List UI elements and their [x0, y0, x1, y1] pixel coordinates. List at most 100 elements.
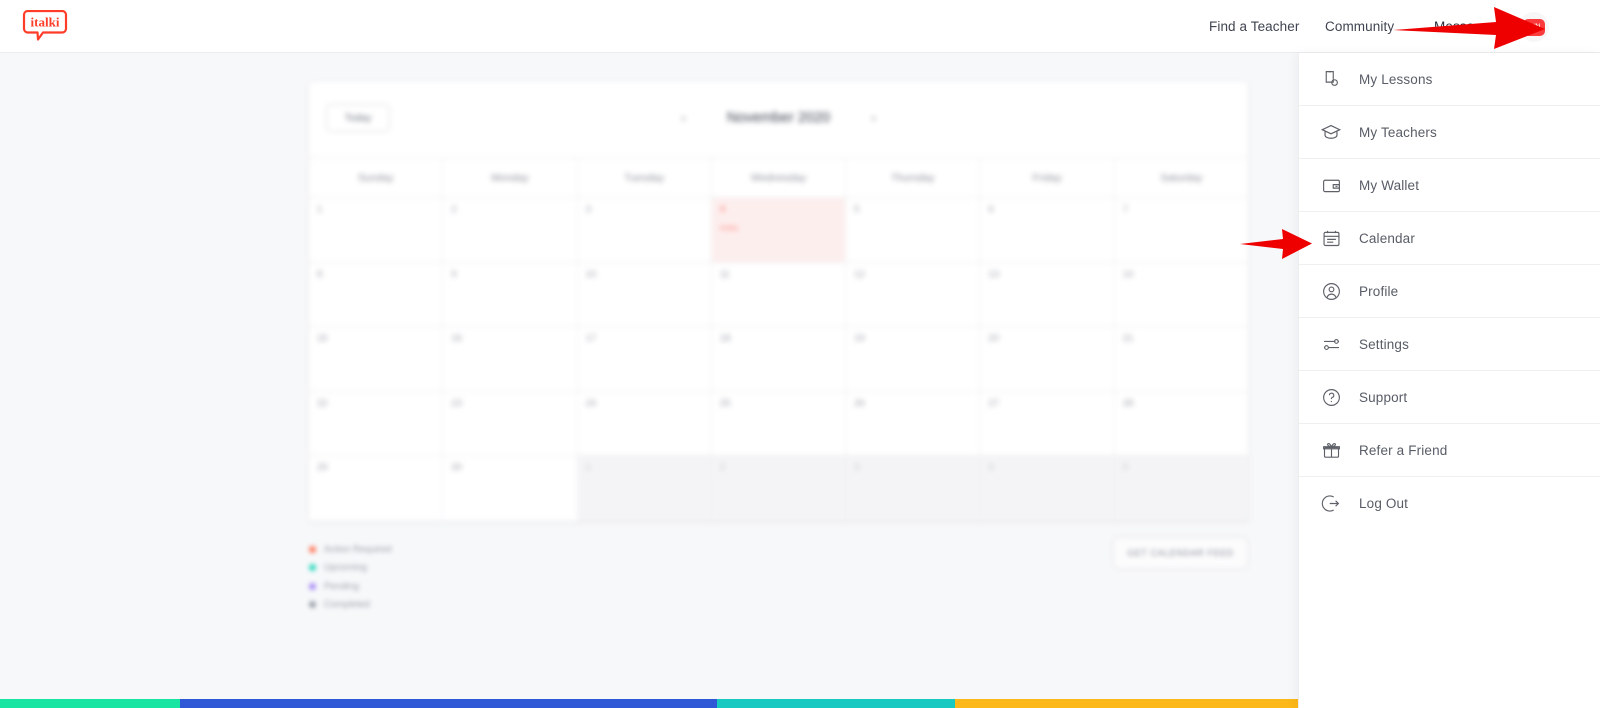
menu-item-settings[interactable]: Settings [1299, 318, 1600, 371]
calendar-day-cell[interactable]: 15 [309, 327, 444, 391]
calendar-day-number: 15 [317, 333, 328, 345]
calendar-day-number: 16 [451, 333, 462, 345]
legend-item: Completed [309, 596, 392, 615]
calendar-day-cell[interactable]: 5 [846, 198, 981, 262]
calendar-day-number: 21 [1122, 333, 1134, 345]
calendar-day-cell[interactable]: 24 [578, 391, 712, 456]
weekday-header-row: Sunday Monday Tuesday Wednesday Thursday… [309, 158, 1248, 198]
calendar-day-cell[interactable]: 28 [1115, 392, 1248, 456]
color-bar-segment [717, 699, 955, 708]
calendar-day-cell[interactable]: 10 [578, 262, 712, 327]
menu-item-label: Log Out [1359, 496, 1409, 511]
menu-item-profile[interactable]: Profile [1299, 265, 1600, 318]
weekday-header: Sunday [309, 158, 444, 197]
calendar-day-cell[interactable]: 11 [712, 262, 847, 327]
calendar-day-cell[interactable]: 3 [578, 198, 712, 262]
calendar-week-row: 1 2 3 4 today 5 6 7 [309, 198, 1248, 263]
color-bar-segment [955, 699, 1298, 708]
wallet-icon [1319, 173, 1343, 197]
calendar-day-cell[interactable]: 21 [1115, 327, 1248, 391]
calendar-day-number: 8 [317, 268, 323, 280]
gift-icon [1319, 438, 1343, 462]
menu-item-my-lessons[interactable]: My Lessons [1299, 53, 1600, 106]
calendar-day-cell[interactable]: 30 [443, 456, 578, 521]
calendar-day-cell[interactable]: 29 [309, 456, 444, 521]
user-circle-icon [1319, 279, 1343, 303]
menu-item-support[interactable]: Support [1299, 371, 1600, 424]
calendar-day-cell[interactable]: 25 [712, 391, 847, 456]
prev-month-icon[interactable]: ‹ [682, 111, 686, 125]
calendar-day-number: 25 [719, 397, 731, 409]
menu-item-label: My Teachers [1359, 124, 1437, 140]
italki-logo[interactable]: italki [21, 9, 69, 42]
calendar-day-cell[interactable]: 1 [577, 456, 712, 521]
calendar-day-number: 5 [854, 204, 860, 215]
calendar-day-cell[interactable]: 14 [1115, 263, 1248, 327]
avatar[interactable]: italki [1519, 12, 1549, 42]
calendar-day-number: 30 [451, 462, 462, 474]
calendar-day-cell[interactable]: 9 [443, 262, 578, 327]
calendar-day-cell[interactable]: 27 [980, 391, 1115, 456]
menu-item-my-teachers[interactable]: My Teachers [1299, 106, 1600, 159]
nav-messages[interactable]: Messages [1434, 19, 1496, 34]
calendar-day-cell[interactable]: 5 [1114, 456, 1248, 521]
calendar-day-number: 14 [1122, 268, 1134, 280]
calendar-week-row: 8 9 10 11 12 13 14 [309, 262, 1248, 328]
calendar-day-cell[interactable]: 4 [980, 456, 1115, 521]
menu-item-my-wallet[interactable]: My Wallet [1299, 159, 1600, 212]
calendar-day-cell[interactable]: 7 [1115, 198, 1248, 262]
next-month-icon[interactable]: › [872, 111, 876, 125]
calendar-day-cell[interactable]: 3 [846, 456, 981, 521]
calendar-day-cell[interactable]: 8 [309, 262, 444, 327]
calendar-day-cell[interactable]: 2 [443, 198, 578, 262]
calendar-day-number: 2 [451, 204, 457, 215]
calendar-header: Today ‹ November 2020 › [309, 82, 1248, 158]
calendar-card: Today ‹ November 2020 › Sunday Monday Tu… [309, 82, 1248, 521]
logout-icon [1319, 492, 1343, 516]
calendar-day-cell[interactable]: 20 [980, 327, 1115, 391]
menu-item-label: My Wallet [1359, 177, 1420, 193]
calendar-week-row: 29 30 1 2 3 4 5 [309, 456, 1248, 521]
menu-item-calendar[interactable]: Calendar [1299, 212, 1600, 265]
nav-community[interactable]: Community [1325, 19, 1394, 34]
weekday-header: Saturday [1160, 171, 1203, 184]
legend-label: Pending [324, 580, 359, 592]
menu-item-log-out[interactable]: Log Out [1299, 477, 1600, 530]
calendar-day-cell[interactable]: 26 [846, 391, 981, 456]
calendar-week-row: 15 16 17 18 19 20 21 [309, 327, 1248, 392]
menu-item-label: My Lessons [1359, 71, 1433, 87]
calendar-day-cell[interactable]: 2 [711, 456, 847, 521]
menu-item-refer-a-friend[interactable]: Refer a Friend [1299, 424, 1600, 477]
calendar-day-cell[interactable]: 17 [578, 327, 712, 391]
calendar-day-number: 3 [585, 204, 591, 215]
svg-text:italki: italki [31, 15, 60, 30]
nav-find-a-teacher[interactable]: Find a Teacher [1209, 19, 1299, 34]
calendar-legend: Action Required Upcoming Pending Completed [309, 540, 392, 614]
calendar-day-cell[interactable]: 18 [712, 327, 847, 391]
calendar-day-number: 17 [585, 333, 597, 345]
weekday-header: Monday [443, 158, 578, 197]
avatar-label: italki [1527, 24, 1541, 30]
get-calendar-feed-button[interactable]: GET CALENDAR FEED [1113, 537, 1248, 569]
calendar-grid: 1 2 3 4 today 5 6 7 8 9 10 11 12 13 14 15 16 17 18 19 20 21 22… [309, 198, 1248, 521]
legend-color-dot [309, 601, 316, 609]
weekday-header: Tuesday [578, 158, 712, 197]
calendar-week-row: 22 23 24 25 26 27 28 [309, 391, 1248, 457]
legend-color-dot [309, 582, 316, 590]
calendar-day-cell[interactable]: 1 [309, 198, 444, 262]
calendar-day-cell[interactable]: 4 today [711, 198, 847, 262]
calendar-day-cell[interactable]: 23 [443, 391, 578, 456]
calendar-day-number: 27 [988, 397, 999, 409]
calendar-day-cell[interactable]: 12 [846, 262, 981, 327]
calendar-day-number: 9 [451, 268, 457, 280]
calendar-day-cell[interactable]: 16 [443, 327, 578, 391]
calendar-day-number: 3 [854, 462, 860, 474]
calendar-day-cell[interactable]: 19 [846, 327, 981, 391]
calendar-day-number: 18 [719, 333, 731, 345]
month-navigation: ‹ November 2020 › [309, 110, 1248, 126]
calendar-day-cell[interactable]: 13 [980, 262, 1115, 327]
calendar-day-cell[interactable]: 6 [980, 198, 1115, 262]
calendar-day-cell[interactable]: 22 [309, 391, 444, 456]
menu-item-label: Calendar [1359, 230, 1415, 246]
menu-item-label: Support [1359, 389, 1408, 405]
